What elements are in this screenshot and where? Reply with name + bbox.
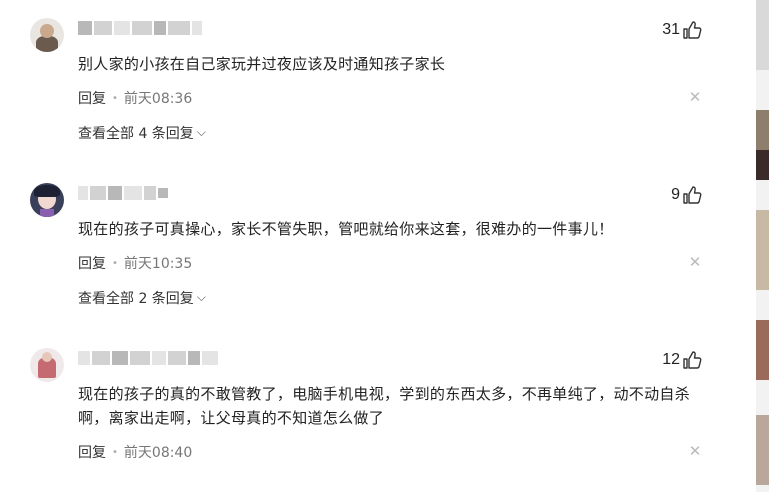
- comment-text: 现在的孩子可真操心，家长不管失职，管吧就给你来这套，很难办的一件事儿！: [78, 220, 614, 238]
- comment-item: 31 别人家的小孩在自己家玩并过夜应该及时通知孩子家长 回复 • 前天08:36…: [0, 0, 756, 165]
- view-all-replies[interactable]: 查看全部 2 条回复 ⌵: [78, 288, 206, 308]
- view-all-replies[interactable]: 查看全部 4 条回复 ⌵: [78, 123, 206, 143]
- reply-button[interactable]: 回复: [78, 253, 106, 273]
- thumbs-up-icon: [683, 21, 702, 39]
- like-count: 9: [671, 186, 680, 203]
- avatar[interactable]: [30, 348, 64, 382]
- comment-item: 9 现在的孩子可真操心，家长不管失职，管吧就给你来这套，很难办的一件事儿！ 回复…: [0, 165, 756, 330]
- avatar[interactable]: [30, 18, 64, 52]
- separator-dot: •: [112, 257, 118, 269]
- comment-list: 31 别人家的小孩在自己家玩并过夜应该及时通知孩子家长 回复 • 前天08:36…: [0, 0, 756, 492]
- separator-dot: •: [112, 92, 118, 104]
- close-icon[interactable]: ✕: [688, 444, 702, 459]
- like-button[interactable]: 12: [662, 350, 702, 370]
- like-button[interactable]: 9: [671, 185, 702, 205]
- reply-button[interactable]: 回复: [78, 88, 106, 108]
- separator-dot: •: [112, 446, 118, 458]
- side-thumbnails: [756, 0, 769, 492]
- like-button[interactable]: 31: [662, 20, 702, 40]
- timestamp: 前天08:36: [123, 91, 193, 107]
- chevron-down-icon: ⌵: [196, 124, 206, 139]
- timestamp: 前天10:35: [123, 256, 193, 272]
- like-count: 31: [662, 21, 680, 38]
- username[interactable]: [78, 350, 218, 366]
- username[interactable]: [78, 185, 168, 201]
- avatar[interactable]: [30, 183, 64, 217]
- comment-actions: 回复 • 前天08:36: [78, 88, 192, 108]
- close-icon[interactable]: ✕: [688, 255, 702, 270]
- like-count: 12: [662, 351, 680, 368]
- reply-button[interactable]: 回复: [78, 442, 106, 462]
- chevron-down-icon: ⌵: [196, 289, 206, 304]
- timestamp: 前天08:40: [123, 445, 193, 461]
- comment-actions: 回复 • 前天08:40: [78, 442, 192, 462]
- comment-text: 现在的孩子的真的不敢管教了，电脑手机电视，学到的东西太多，不再单纯了，动不动自杀…: [78, 385, 691, 427]
- view-all-label: 查看全部 2 条回复: [78, 291, 194, 307]
- comment-item: 12 现在的孩子的真的不敢管教了，电脑手机电视，学到的东西太多，不再单纯了，动不…: [0, 330, 756, 492]
- username[interactable]: [78, 20, 202, 36]
- thumbs-up-icon: [683, 186, 702, 204]
- comment-text: 别人家的小孩在自己家玩并过夜应该及时通知孩子家长: [78, 55, 446, 73]
- comment-actions: 回复 • 前天10:35: [78, 253, 192, 273]
- view-all-label: 查看全部 4 条回复: [78, 126, 194, 142]
- close-icon[interactable]: ✕: [688, 90, 702, 105]
- thumbs-up-icon: [683, 351, 702, 369]
